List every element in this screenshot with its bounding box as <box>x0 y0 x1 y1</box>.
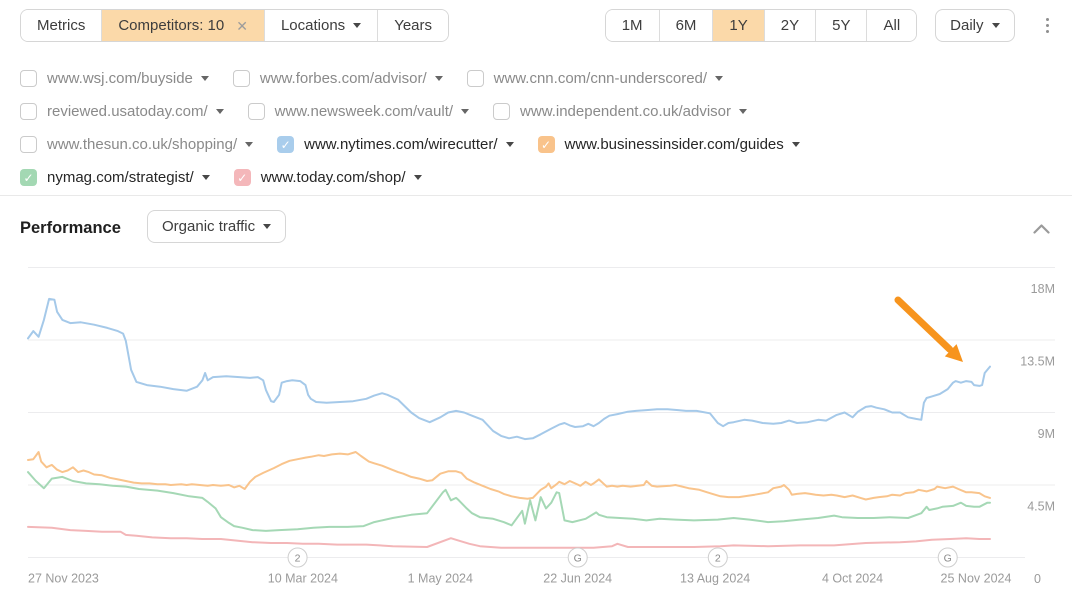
svg-text:2: 2 <box>295 552 301 564</box>
performance-chart[interactable]: 18M 13.5M 9M 4.5M 0 27 Nov 2023 10 Mar 2024 1 M… <box>0 0 1072 600</box>
axis-marker-G[interactable]: G <box>568 548 587 567</box>
series-line-www-nytimes-com-wirecutter[interactable] <box>28 299 990 439</box>
y-axis-label: 0 <box>1034 572 1041 586</box>
y-axis-label: 9M <box>1038 427 1055 441</box>
x-axis-label: 13 Aug 2024 <box>680 572 750 586</box>
axis-marker-2[interactable]: 2 <box>288 548 307 567</box>
svg-text:G: G <box>574 552 582 564</box>
series-line-nymag-com-strategist[interactable] <box>28 472 990 531</box>
x-axis-label: 4 Oct 2024 <box>822 572 883 586</box>
competitor-analysis-page: Metrics Competitors: 10 ✕ Locations Year… <box>0 0 1072 600</box>
series-line-www-today-com-shop[interactable] <box>28 527 990 548</box>
annotation-arrow <box>898 300 950 349</box>
y-axis-label: 13.5M <box>1020 355 1055 369</box>
axis-marker-G[interactable]: G <box>938 548 957 567</box>
x-axis-label: 1 May 2024 <box>408 572 473 586</box>
x-axis-label: 22 Jun 2024 <box>543 572 612 586</box>
y-axis-label: 18M <box>1031 282 1055 296</box>
axis-marker-2[interactable]: 2 <box>708 548 727 567</box>
svg-text:2: 2 <box>715 552 721 564</box>
x-axis-label: 25 Nov 2024 <box>941 572 1012 586</box>
x-axis-label: 10 Mar 2024 <box>268 572 338 586</box>
x-axis-label: 27 Nov 2023 <box>28 572 99 586</box>
y-axis-label: 4.5M <box>1027 500 1055 514</box>
svg-text:G: G <box>944 552 952 564</box>
